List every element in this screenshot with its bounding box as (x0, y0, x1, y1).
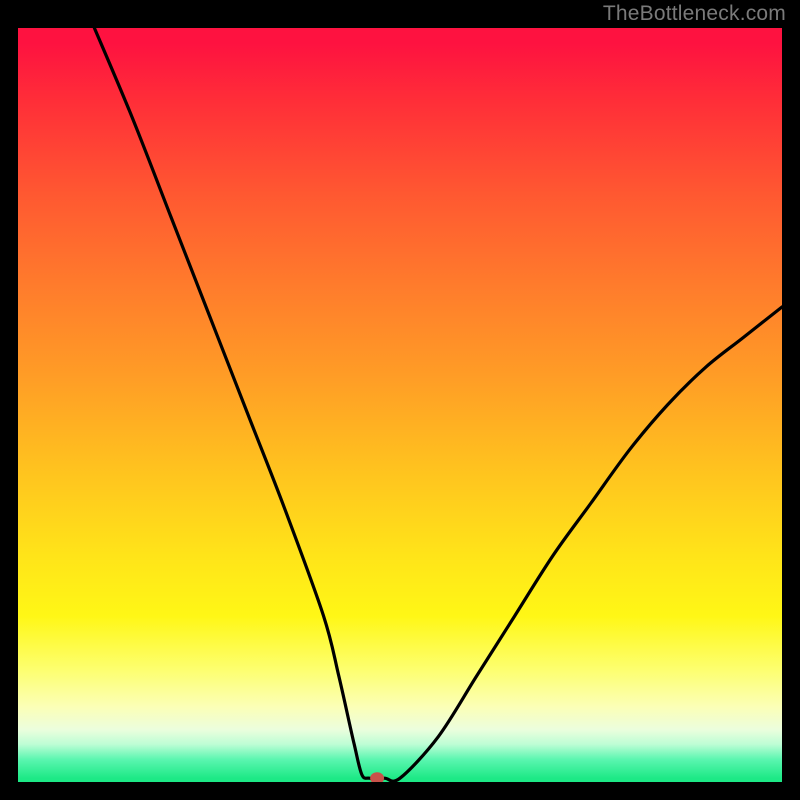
plot-area (18, 28, 782, 782)
chart-frame: TheBottleneck.com (0, 0, 800, 800)
curve-svg (18, 28, 782, 782)
bottleneck-curve (94, 28, 782, 781)
watermark-text: TheBottleneck.com (603, 2, 786, 26)
optimal-point-marker (370, 772, 384, 782)
